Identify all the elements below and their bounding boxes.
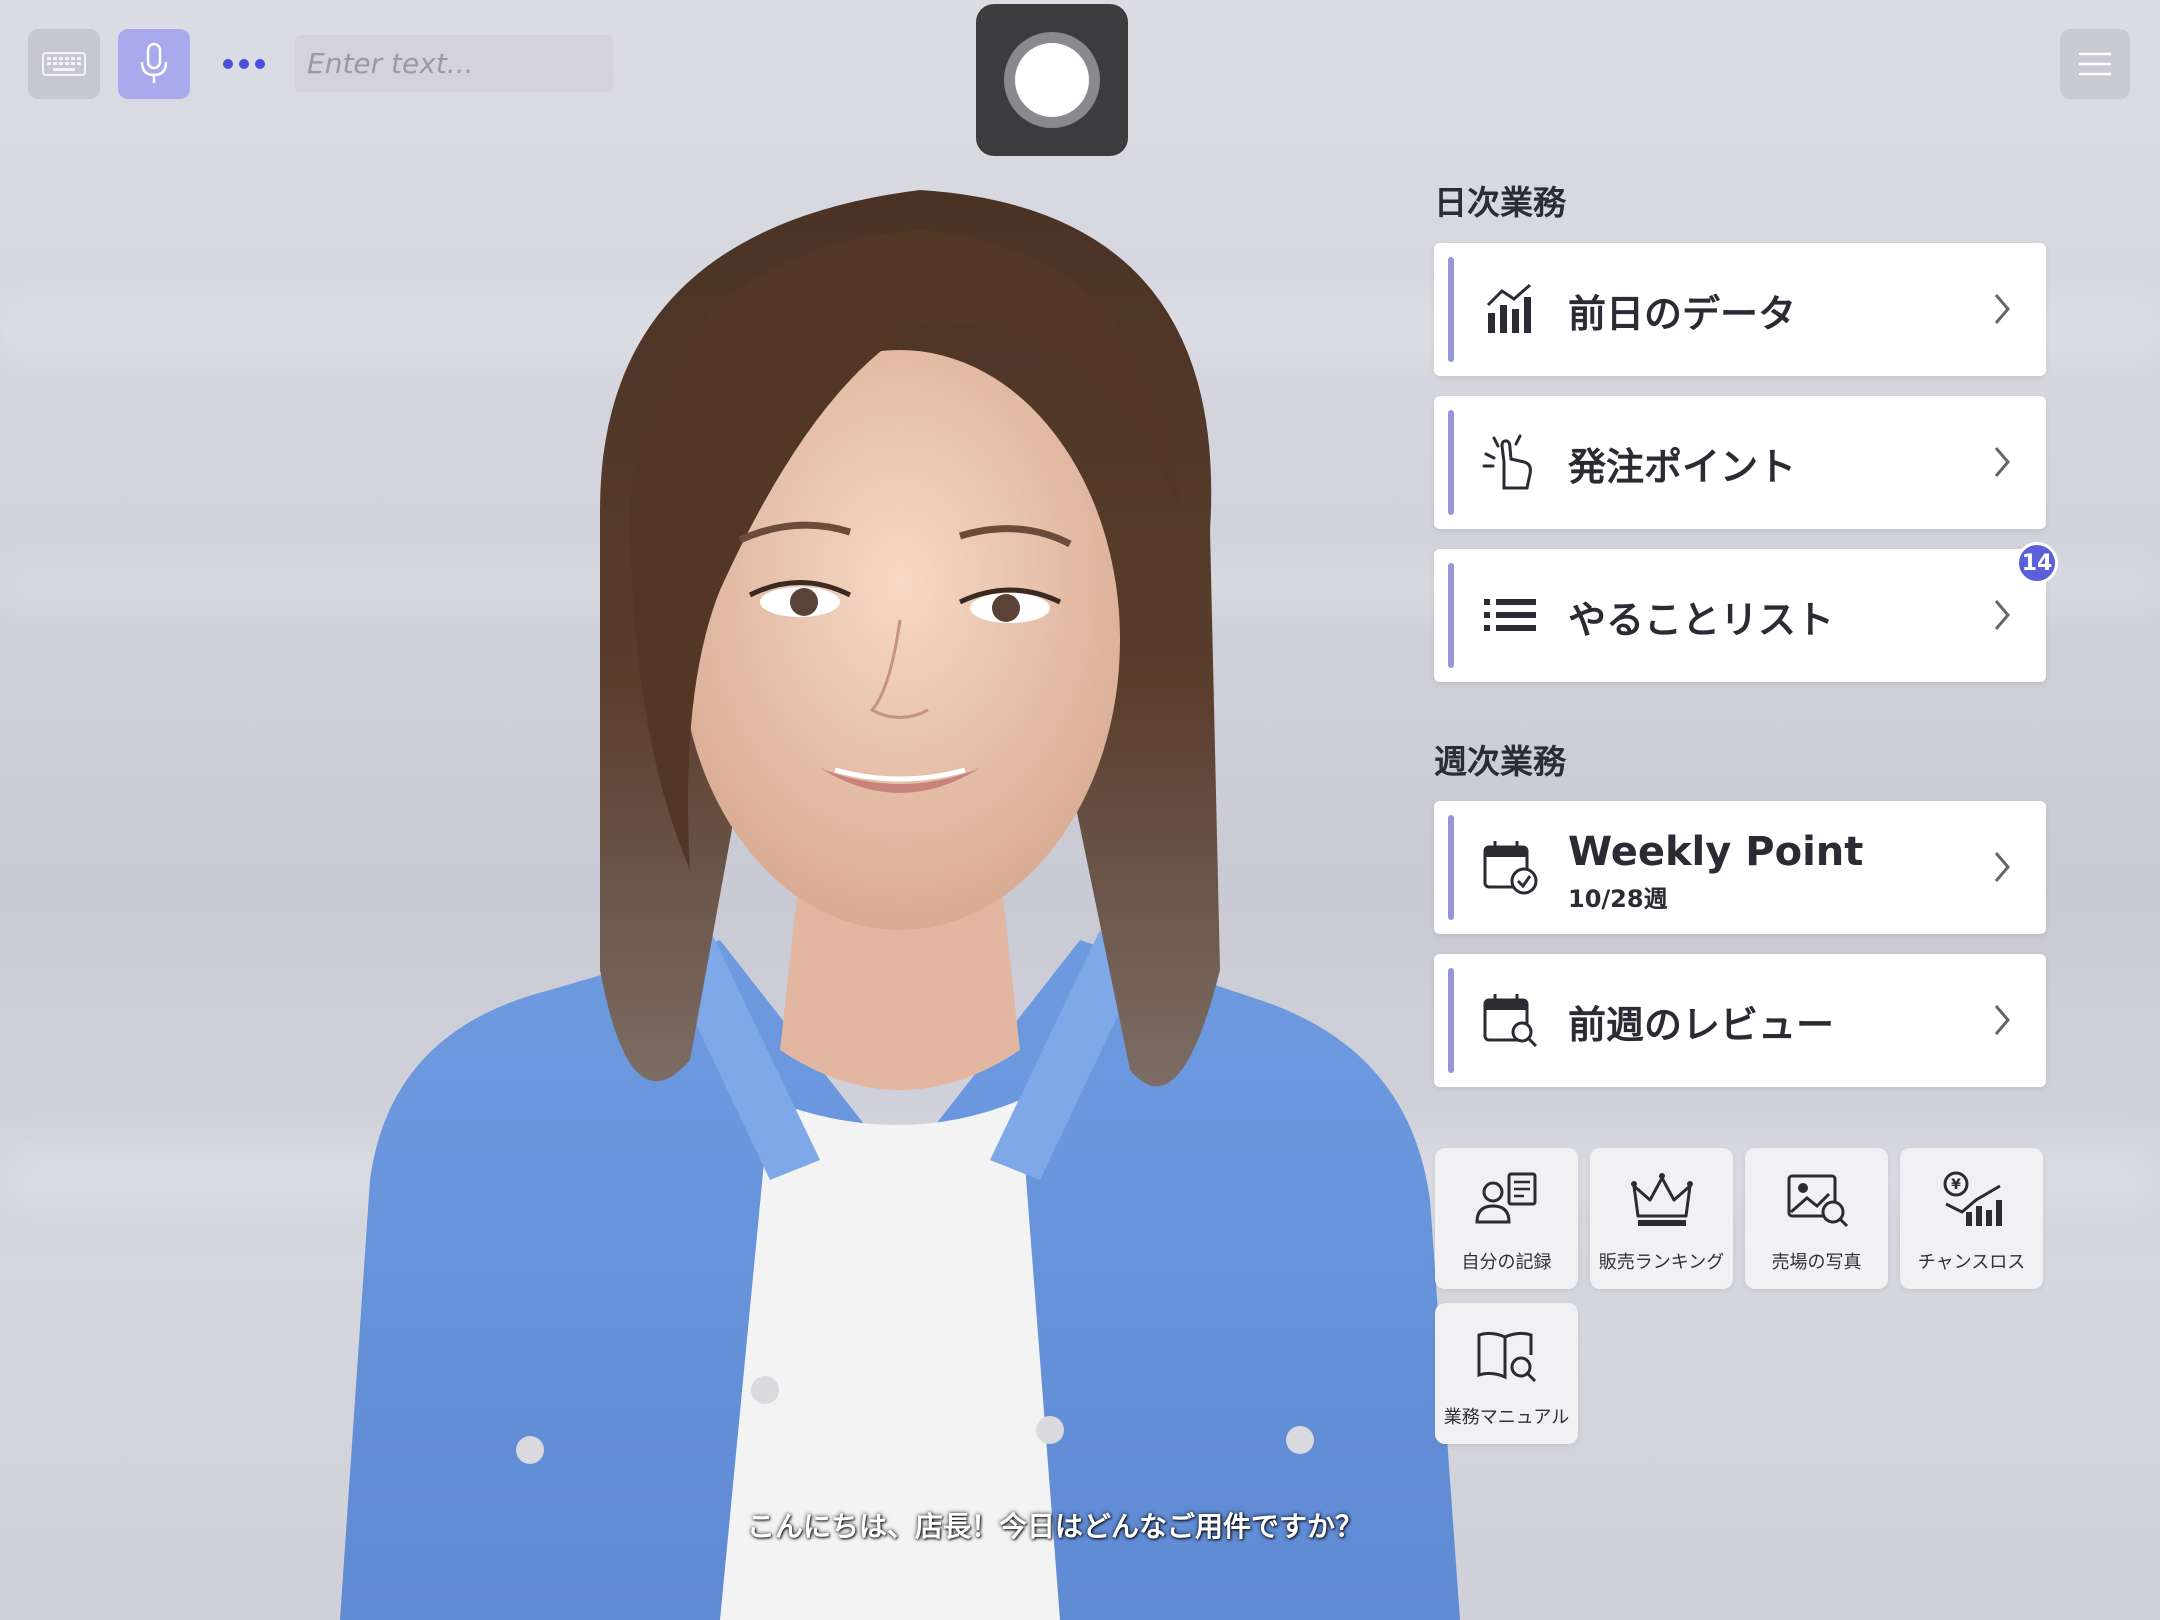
ellipsis-dot <box>239 59 249 69</box>
card-label: やることリスト <box>1568 598 1835 642</box>
hamburger-menu-icon <box>2078 52 2112 76</box>
tile-label: チャンスロス <box>1917 1252 2026 1273</box>
svg-text:¥: ¥ <box>1951 1177 1961 1193</box>
card-label: Weekly Point <box>1568 829 1864 875</box>
chevron-right-icon <box>1994 852 2010 882</box>
tile-label: 販売ランキング <box>1598 1252 1725 1273</box>
card-accent <box>1448 815 1454 920</box>
menu-button[interactable] <box>2060 29 2130 99</box>
card-accent <box>1448 968 1454 1073</box>
chevron-right-icon <box>1994 294 2010 324</box>
book-search-icon <box>1477 1331 1537 1383</box>
tile-sales-ranking[interactable]: 販売ランキング <box>1590 1148 1733 1289</box>
crown-icon <box>1631 1173 1693 1226</box>
card-order-point[interactable]: 発注ポイント <box>1434 396 2046 529</box>
card-todo-list[interactable]: やることリスト <box>1434 549 2046 682</box>
tile-work-manual[interactable]: 業務マニュアル <box>1435 1303 1578 1444</box>
person-record-icon <box>1475 1172 1537 1224</box>
notification-badge: 14 <box>2016 542 2058 584</box>
tile-label: 自分の記録 <box>1461 1252 1552 1273</box>
weekly-section-title: 週次業務 <box>1434 742 1566 781</box>
card-accent <box>1448 410 1454 515</box>
record-dot <box>1015 43 1089 117</box>
subtitle-caption: こんにちは、店長！今日はどんなご用件ですか？ <box>746 1510 1363 1543</box>
ellipsis-icon <box>223 59 233 69</box>
bar-chart-icon <box>1486 283 1531 333</box>
tile-label: 業務マニュアル <box>1443 1407 1570 1428</box>
tile-label: 売場の写真 <box>1771 1252 1862 1273</box>
text-input[interactable] <box>295 35 613 92</box>
chevron-right-icon <box>1994 447 2010 477</box>
tile-chance-loss[interactable]: ¥ チャンスロス <box>1900 1148 2043 1289</box>
photo-search-icon <box>1787 1174 1849 1228</box>
card-label: 前週のレビュー <box>1568 1003 1835 1047</box>
more-options-button[interactable] <box>208 29 280 99</box>
list-icon <box>1484 599 1536 631</box>
keyboard-icon <box>42 52 86 76</box>
avatar-illustration <box>340 190 1460 1620</box>
card-accent <box>1448 563 1454 668</box>
card-label: 前日のデータ <box>1568 292 1797 336</box>
card-previous-day-data[interactable]: 前日のデータ <box>1434 243 2046 376</box>
card-sublabel: 10/28週 <box>1568 885 1668 913</box>
record-button[interactable] <box>976 4 1128 156</box>
card-weekly-point[interactable]: Weekly Point 10/28週 <box>1434 801 2046 934</box>
calendar-search-icon <box>1483 994 1538 1048</box>
chevron-right-icon <box>1994 1005 2010 1035</box>
card-previous-week-review[interactable]: 前週のレビュー <box>1434 954 2046 1087</box>
keyboard-button[interactable] <box>28 29 100 99</box>
card-accent <box>1448 257 1454 362</box>
ellipsis-dot <box>255 59 265 69</box>
daily-section-title: 日次業務 <box>1434 183 1566 222</box>
record-icon <box>1004 32 1100 128</box>
tile-store-photos[interactable]: 売場の写真 <box>1745 1148 1888 1289</box>
tile-my-record[interactable]: 自分の記録 <box>1435 1148 1578 1289</box>
calendar-check-icon <box>1483 841 1538 895</box>
microphone-icon <box>140 42 168 83</box>
card-label: 発注ポイント <box>1568 445 1797 489</box>
microphone-button[interactable] <box>118 29 190 99</box>
chevron-right-icon <box>1994 600 2010 630</box>
yen-chart-icon: ¥ <box>1943 1171 2002 1226</box>
pointing-hand-icon <box>1482 434 1532 490</box>
